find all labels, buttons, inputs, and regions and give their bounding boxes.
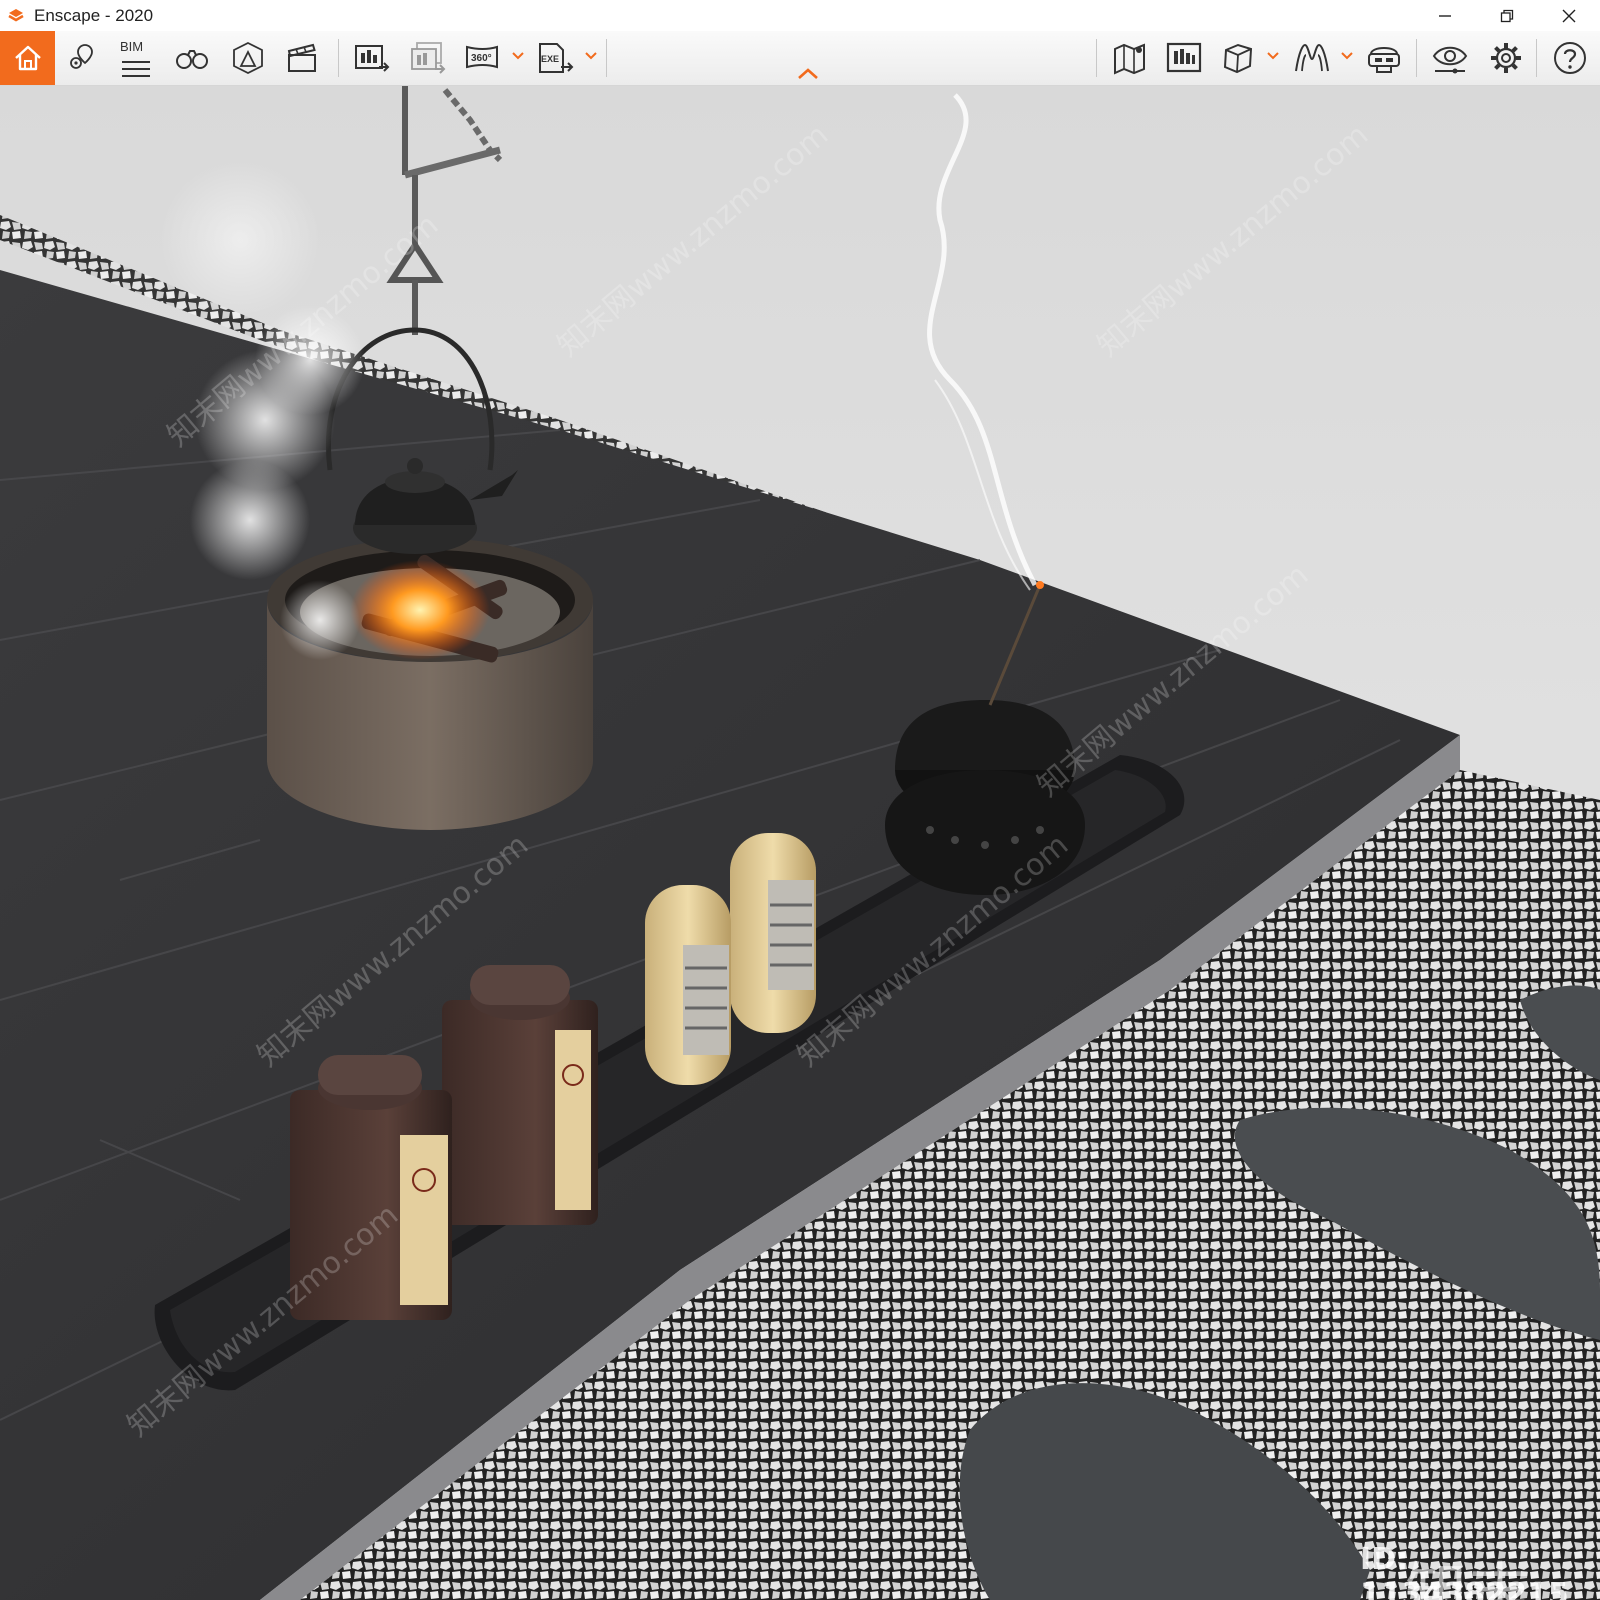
chevron-down-icon	[1267, 52, 1279, 60]
help-button[interactable]	[1544, 31, 1596, 85]
render-viewport[interactable]: 知末网www.znzmo.com 知末网www.znzmo.com 知末网www…	[0, 86, 1600, 1600]
vr-dropdown-button[interactable]	[1340, 49, 1354, 63]
settings-icon	[1491, 43, 1521, 73]
map-button[interactable]	[1104, 31, 1156, 85]
help-icon	[1554, 42, 1586, 74]
asset-library-icon	[1166, 42, 1202, 73]
headset-icon	[1368, 47, 1400, 73]
title-bar: Enscape - 2020	[0, 0, 1600, 31]
cube-icon	[1223, 43, 1253, 74]
home-button[interactable]	[0, 31, 55, 85]
location-button[interactable]	[56, 31, 108, 85]
window-title: Enscape - 2020	[34, 5, 154, 25]
location-icon	[70, 44, 93, 69]
cube-button[interactable]	[1212, 31, 1264, 85]
views-button[interactable]	[222, 31, 274, 85]
panorama-dropdown-button[interactable]	[511, 49, 525, 63]
toolbar-separator	[1096, 39, 1097, 77]
bim-info-button[interactable]: BIM	[110, 31, 162, 85]
batch-render-button[interactable]	[402, 31, 454, 85]
minimize-icon	[1439, 14, 1451, 17]
home-icon	[14, 45, 41, 71]
settings-button[interactable]	[1480, 31, 1532, 85]
toolbar-separator	[606, 39, 607, 77]
headset-button[interactable]	[1358, 31, 1410, 85]
binoculars-button[interactable]	[166, 31, 218, 85]
views-icon	[233, 41, 263, 75]
toolbar-separator	[1536, 39, 1537, 77]
close-icon	[1562, 9, 1576, 22]
panorama-360-icon: 360°	[466, 45, 498, 69]
bim-label: BIM	[120, 39, 144, 54]
panorama-360-button[interactable]: 360°	[458, 31, 510, 85]
visual-settings-button[interactable]	[1424, 31, 1476, 85]
toolbar-separator	[1416, 39, 1417, 77]
cube-dropdown-button[interactable]	[1266, 49, 1280, 63]
batch-render-icon	[411, 42, 446, 74]
enscape-toolbar: BIM 360° EXE	[0, 31, 1600, 86]
export-exe-button[interactable]: EXE	[530, 31, 582, 85]
svg-text:360°: 360°	[471, 53, 492, 64]
vr-icon	[1295, 43, 1329, 72]
restore-button[interactable]	[1476, 0, 1538, 31]
chevron-down-icon	[1341, 52, 1353, 60]
svg-text:EXE: EXE	[541, 54, 559, 64]
restore-icon	[1500, 9, 1514, 22]
video-editor-button[interactable]	[276, 31, 328, 85]
chevron-down-icon	[512, 52, 524, 60]
visual-settings-icon	[1432, 46, 1468, 74]
binoculars-icon	[176, 50, 208, 69]
collapse-toolbar-icon[interactable]	[796, 66, 820, 82]
export-dropdown-button[interactable]	[584, 49, 598, 63]
asset-library-button[interactable]	[1158, 31, 1210, 85]
video-editor-icon	[287, 43, 316, 72]
minimize-button[interactable]	[1414, 0, 1476, 31]
render-screenshot-icon	[355, 45, 390, 72]
enscape-logo-icon	[8, 8, 24, 21]
close-button[interactable]	[1538, 0, 1600, 31]
export-exe-icon: EXE	[539, 43, 574, 73]
render-screenshot-button[interactable]	[346, 31, 398, 85]
toolbar-separator	[338, 39, 339, 77]
image-id-watermark: ID: 1134382215	[1360, 1542, 1569, 1600]
scene-render	[0, 86, 1600, 1600]
map-icon	[1114, 43, 1145, 75]
chevron-down-icon	[585, 52, 597, 60]
vr-button[interactable]	[1286, 31, 1338, 85]
